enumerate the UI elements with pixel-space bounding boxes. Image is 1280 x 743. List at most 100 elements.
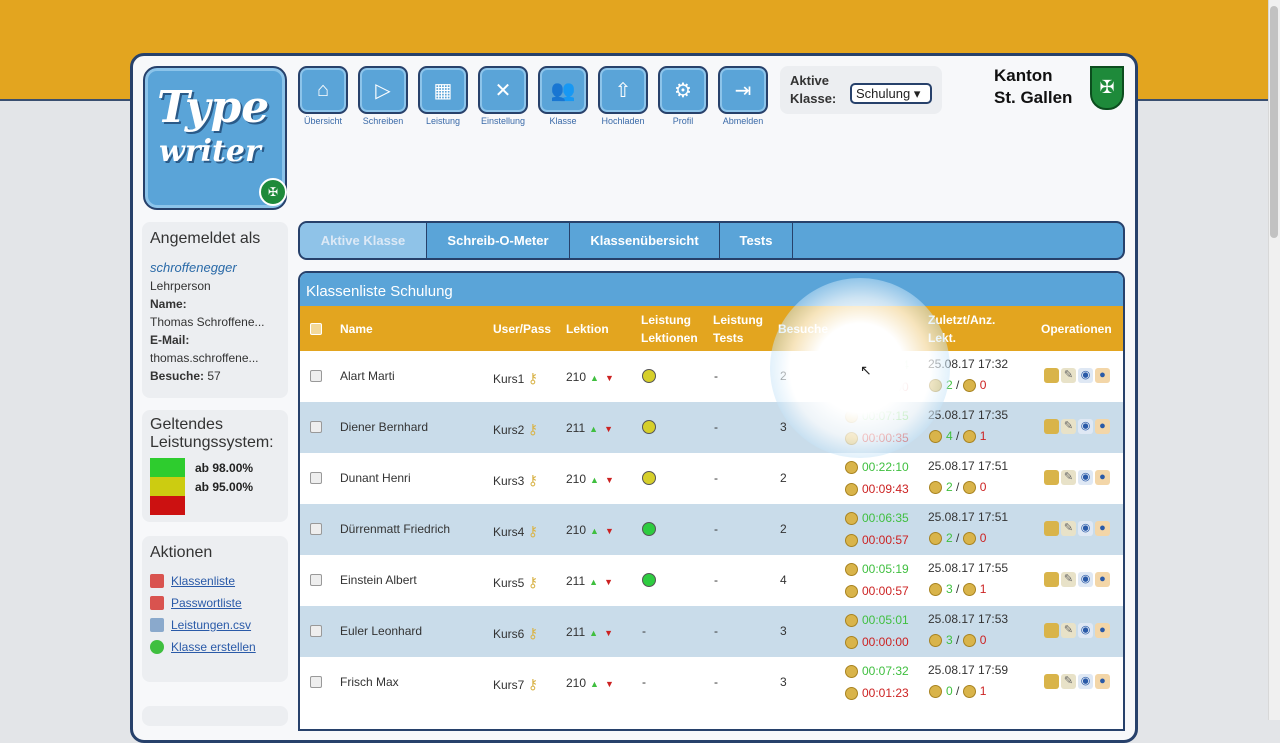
view-icon[interactable]: ◉ <box>1078 419 1093 434</box>
lesson-up-icon[interactable]: ▲ <box>590 679 599 689</box>
active-class-select[interactable]: Schulung ▾ <box>850 83 932 104</box>
tab-klassen-bersicht[interactable]: Klassenübersicht <box>570 223 720 258</box>
logout-icon[interactable]: ⇥ <box>718 66 768 114</box>
header-lektion[interactable]: Lektion <box>566 306 609 351</box>
view-icon[interactable]: ◉ <box>1078 521 1093 536</box>
edit-icon[interactable]: ✎ <box>1061 521 1076 536</box>
action-label[interactable]: Klasse erstellen <box>171 640 256 654</box>
people-icon[interactable]: 👥 <box>538 66 588 114</box>
row-checkbox[interactable] <box>310 523 322 535</box>
user-icon[interactable]: ● <box>1095 368 1110 383</box>
header-leistung-tests[interactable]: Leistung Tests <box>713 306 769 351</box>
table-row[interactable]: Alart Marti Kurs1 ⚷ 210 ▲ ▼ -2 00:04:44 00:00:0… <box>300 351 1123 402</box>
student-name[interactable]: Dunant Henri <box>340 471 411 485</box>
tab-tests[interactable]: Tests <box>720 223 793 258</box>
view-icon[interactable]: ◉ <box>1078 623 1093 638</box>
row-checkbox[interactable] <box>310 472 322 484</box>
header-leistung-lektionen[interactable]: Leistung Lektionen <box>641 306 703 351</box>
user-icon[interactable]: ● <box>1095 419 1110 434</box>
view-icon[interactable]: ◉ <box>1078 368 1093 383</box>
row-checkbox[interactable] <box>310 574 322 586</box>
lesson-up-icon[interactable]: ▲ <box>589 424 598 434</box>
row-checkbox[interactable] <box>310 421 322 433</box>
key-icon[interactable]: ⚷ <box>528 625 538 641</box>
header-besuche[interactable]: Besuche <box>778 306 828 351</box>
row-checkbox[interactable] <box>310 370 322 382</box>
medal-icon[interactable] <box>1044 521 1059 536</box>
scrollbar-thumb[interactable] <box>1270 6 1278 238</box>
select-all-checkbox[interactable] <box>310 306 322 351</box>
lesson-up-icon[interactable]: ▲ <box>590 373 599 383</box>
lesson-down-icon[interactable]: ▼ <box>605 679 614 689</box>
header-name[interactable]: Name <box>340 306 373 351</box>
action-link[interactable]: Klassenliste <box>150 574 280 588</box>
student-name[interactable]: Alart Marti <box>340 369 395 383</box>
medal-icon[interactable] <box>1044 674 1059 689</box>
header-userpass[interactable]: User/Pass <box>493 306 551 351</box>
home-icon[interactable]: ⌂ <box>298 66 348 114</box>
username-link[interactable]: schroffenegger <box>150 260 280 275</box>
edit-icon[interactable]: ✎ <box>1061 674 1076 689</box>
medal-icon[interactable] <box>1044 368 1059 383</box>
typewriter-logo[interactable]: Type writer ✠ <box>143 66 287 210</box>
lesson-down-icon[interactable]: ▼ <box>605 526 614 536</box>
gear-icon[interactable]: ⚙ <box>658 66 708 114</box>
lesson-down-icon[interactable]: ▼ <box>604 424 613 434</box>
edit-icon[interactable]: ✎ <box>1061 623 1076 638</box>
lesson-up-icon[interactable]: ▲ <box>589 577 598 587</box>
view-icon[interactable]: ◉ <box>1078 674 1093 689</box>
lesson-down-icon[interactable]: ▼ <box>605 475 614 485</box>
student-name[interactable]: Euler Leonhard <box>340 624 422 638</box>
medal-icon[interactable] <box>1044 470 1059 485</box>
lesson-down-icon[interactable]: ▼ <box>604 577 613 587</box>
key-icon[interactable]: ⚷ <box>528 676 538 692</box>
user-icon[interactable]: ● <box>1095 623 1110 638</box>
medal-icon[interactable] <box>1044 623 1059 638</box>
view-icon[interactable]: ◉ <box>1078 572 1093 587</box>
nav-button-5[interactable]: ⇧ Hochladen <box>598 66 648 126</box>
student-name[interactable]: Einstein Albert <box>340 573 417 587</box>
key-icon[interactable]: ⚷ <box>528 574 538 590</box>
header-zuletzt[interactable]: Zuletzt/Anz. Lekt. <box>928 306 1008 351</box>
student-name[interactable]: Frisch Max <box>340 675 399 689</box>
edit-icon[interactable]: ✎ <box>1061 470 1076 485</box>
tools-icon[interactable]: ✕ <box>478 66 528 114</box>
scrollbar[interactable] <box>1268 0 1280 720</box>
edit-icon[interactable]: ✎ <box>1061 419 1076 434</box>
table-row[interactable]: Dunant Henri Kurs3 ⚷ 210 ▲ ▼ - 2 00:22:10 00:09:… <box>300 453 1123 504</box>
key-icon[interactable]: ⚷ <box>528 421 538 437</box>
lesson-up-icon[interactable]: ▲ <box>589 628 598 638</box>
row-checkbox[interactable] <box>310 625 322 637</box>
action-label[interactable]: Passwortliste <box>171 596 242 610</box>
table-row[interactable]: Euler Leonhard Kurs6 ⚷ 211 ▲ ▼ - - 3 00:05:01 00:… <box>300 606 1123 657</box>
student-name[interactable]: Dürrenmatt Friedrich <box>340 522 450 536</box>
table-row[interactable]: Einstein Albert Kurs5 ⚷ 211 ▲ ▼ - 4 00:05:19 00:… <box>300 555 1123 606</box>
tab-aktive-klasse[interactable]: Aktive Klasse <box>300 223 427 258</box>
user-icon[interactable]: ● <box>1095 572 1110 587</box>
medal-icon[interactable] <box>1044 572 1059 587</box>
upload-icon[interactable]: ⇧ <box>598 66 648 114</box>
lesson-down-icon[interactable]: ▼ <box>604 628 613 638</box>
nav-button-2[interactable]: ▦ Leistung <box>418 66 468 126</box>
table-row[interactable]: Diener Bernhard Kurs2 ⚷ 211 ▲ ▼ - 3 00:07:15 00:… <box>300 402 1123 453</box>
table-row[interactable]: Frisch Max Kurs7 ⚷ 210 ▲ ▼ - - 3 00:07:32 00:01:2… <box>300 657 1123 708</box>
row-checkbox[interactable] <box>310 676 322 688</box>
action-link[interactable]: Leistungen.csv <box>150 618 280 632</box>
lesson-up-icon[interactable]: ▲ <box>590 475 599 485</box>
user-icon[interactable]: ● <box>1095 674 1110 689</box>
user-icon[interactable]: ● <box>1095 470 1110 485</box>
blocks-icon[interactable]: ▦ <box>418 66 468 114</box>
nav-button-1[interactable]: ▷ Schreiben <box>358 66 408 126</box>
lesson-up-icon[interactable]: ▲ <box>590 526 599 536</box>
key-icon[interactable]: ⚷ <box>528 472 538 488</box>
action-link[interactable]: Passwortliste <box>150 596 280 610</box>
nav-button-6[interactable]: ⚙ Profil <box>658 66 708 126</box>
action-label[interactable]: Klassenliste <box>171 574 235 588</box>
key-icon[interactable]: ⚷ <box>528 523 538 539</box>
medal-icon[interactable] <box>1044 419 1059 434</box>
nav-button-4[interactable]: 👥 Klasse <box>538 66 588 126</box>
action-link[interactable]: Klasse erstellen <box>150 640 280 654</box>
nav-button-0[interactable]: ⌂ Übersicht <box>298 66 348 126</box>
user-icon[interactable]: ● <box>1095 521 1110 536</box>
lesson-down-icon[interactable]: ▼ <box>605 373 614 383</box>
